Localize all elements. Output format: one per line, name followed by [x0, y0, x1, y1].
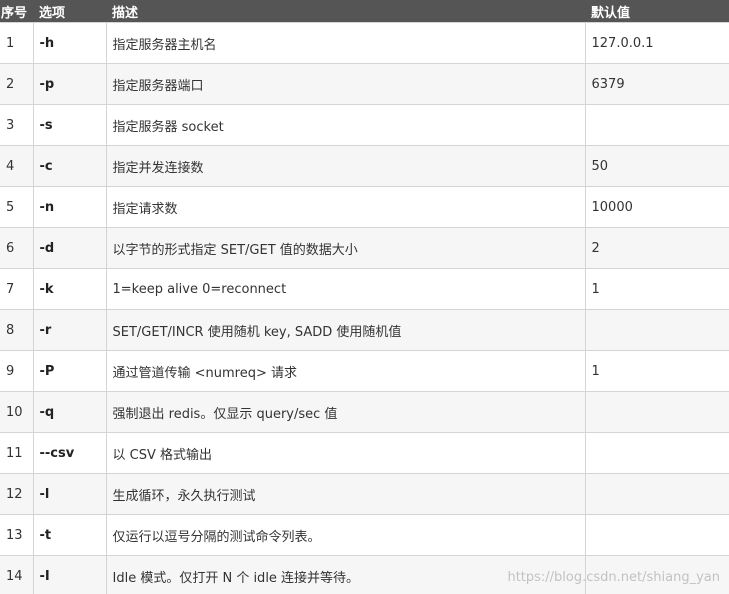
cell-no: 3	[0, 104, 34, 146]
cell-no: 14	[0, 555, 34, 594]
cell-option: -t	[32, 514, 107, 556]
cell-default	[584, 432, 729, 474]
watermark: https://blog.csdn.net/shiang_yan	[507, 570, 720, 585]
cell-option: -s	[32, 104, 107, 146]
table-row: 11 --csv 以 CSV 格式输出	[0, 432, 729, 474]
cell-description: 指定服务器主机名	[105, 22, 586, 64]
cell-description: 1=keep alive 0=reconnect	[105, 268, 586, 310]
table-row: 9 -P 通过管道传输 <numreq> 请求 1	[0, 350, 729, 392]
cell-default: 6379	[584, 63, 729, 105]
cell-option: -r	[32, 309, 107, 351]
cell-option: -d	[32, 227, 107, 269]
cell-no: 8	[0, 309, 34, 351]
table-row: 8 -r SET/GET/INCR 使用随机 key, SADD 使用随机值	[0, 309, 729, 351]
cell-no: 9	[0, 350, 34, 392]
header-row: 序号 选项 描述 默认值	[0, 0, 729, 23]
options-table: 序号 选项 描述 默认值 1 -h 指定服务器主机名 127.0.0.1 2 -p 指定服务…	[0, 0, 729, 594]
cell-no: 4	[0, 145, 34, 187]
cell-option: --csv	[32, 432, 107, 474]
cell-description: 指定请求数	[105, 186, 586, 228]
cell-description: 仅运行以逗号分隔的测试命令列表。	[105, 514, 586, 556]
cell-option: -c	[32, 145, 107, 187]
cell-option: -k	[32, 268, 107, 310]
cell-default: 1	[584, 350, 729, 392]
cell-description: 以字节的形式指定 SET/GET 值的数据大小	[105, 227, 586, 269]
table-row: 6 -d 以字节的形式指定 SET/GET 值的数据大小 2	[0, 227, 729, 269]
cell-description: SET/GET/INCR 使用随机 key, SADD 使用随机值	[105, 309, 586, 351]
cell-option: -q	[32, 391, 107, 433]
cell-no: 10	[0, 391, 34, 433]
cell-no: 7	[0, 268, 34, 310]
cell-description: 指定并发连接数	[105, 145, 586, 187]
table-row: 4 -c 指定并发连接数 50	[0, 145, 729, 187]
header-no: 序号	[0, 0, 33, 23]
cell-default: 127.0.0.1	[584, 22, 729, 64]
cell-no: 1	[0, 22, 34, 64]
cell-default	[584, 309, 729, 351]
cell-description: 以 CSV 格式输出	[105, 432, 586, 474]
cell-default: 50	[584, 145, 729, 187]
table-row: 10 -q 强制退出 redis。仅显示 query/sec 值	[0, 391, 729, 433]
cell-description: 生成循环，永久执行测试	[105, 473, 586, 515]
cell-option: -P	[32, 350, 107, 392]
table-row: 1 -h 指定服务器主机名 127.0.0.1	[0, 22, 729, 64]
cell-option: -h	[32, 22, 107, 64]
cell-default	[584, 104, 729, 146]
header-description: 描述	[106, 0, 585, 23]
cell-no: 11	[0, 432, 34, 474]
cell-default	[584, 473, 729, 515]
cell-default	[584, 514, 729, 556]
table-row: 13 -t 仅运行以逗号分隔的测试命令列表。	[0, 514, 729, 556]
cell-no: 5	[0, 186, 34, 228]
cell-default: 10000	[584, 186, 729, 228]
cell-option: -n	[32, 186, 107, 228]
cell-option: -p	[32, 63, 107, 105]
cell-description: 强制退出 redis。仅显示 query/sec 值	[105, 391, 586, 433]
table-row: 5 -n 指定请求数 10000	[0, 186, 729, 228]
cell-no: 2	[0, 63, 34, 105]
cell-description: 指定服务器端口	[105, 63, 586, 105]
table-row: 7 -k 1=keep alive 0=reconnect 1	[0, 268, 729, 310]
page: 序号 选项 描述 默认值 1 -h 指定服务器主机名 127.0.0.1 2 -p 指定服务…	[0, 0, 729, 594]
table-row: 12 -l 生成循环，永久执行测试	[0, 473, 729, 515]
cell-no: 13	[0, 514, 34, 556]
cell-default: 1	[584, 268, 729, 310]
cell-no: 6	[0, 227, 34, 269]
cell-no: 12	[0, 473, 34, 515]
cell-default: 2	[584, 227, 729, 269]
table-row: 3 -s 指定服务器 socket	[0, 104, 729, 146]
cell-option: -l	[32, 473, 107, 515]
cell-option: -I	[32, 555, 107, 594]
header-default: 默认值	[585, 0, 729, 23]
table-header: 序号 选项 描述 默认值	[0, 0, 729, 23]
header-option: 选项	[33, 0, 106, 23]
cell-description: 通过管道传输 <numreq> 请求	[105, 350, 586, 392]
cell-description: 指定服务器 socket	[105, 104, 586, 146]
table-row: 2 -p 指定服务器端口 6379	[0, 63, 729, 105]
cell-default	[584, 391, 729, 433]
table-body: 1 -h 指定服务器主机名 127.0.0.1 2 -p 指定服务器端口 6379 3 -s 指定服…	[0, 22, 729, 594]
